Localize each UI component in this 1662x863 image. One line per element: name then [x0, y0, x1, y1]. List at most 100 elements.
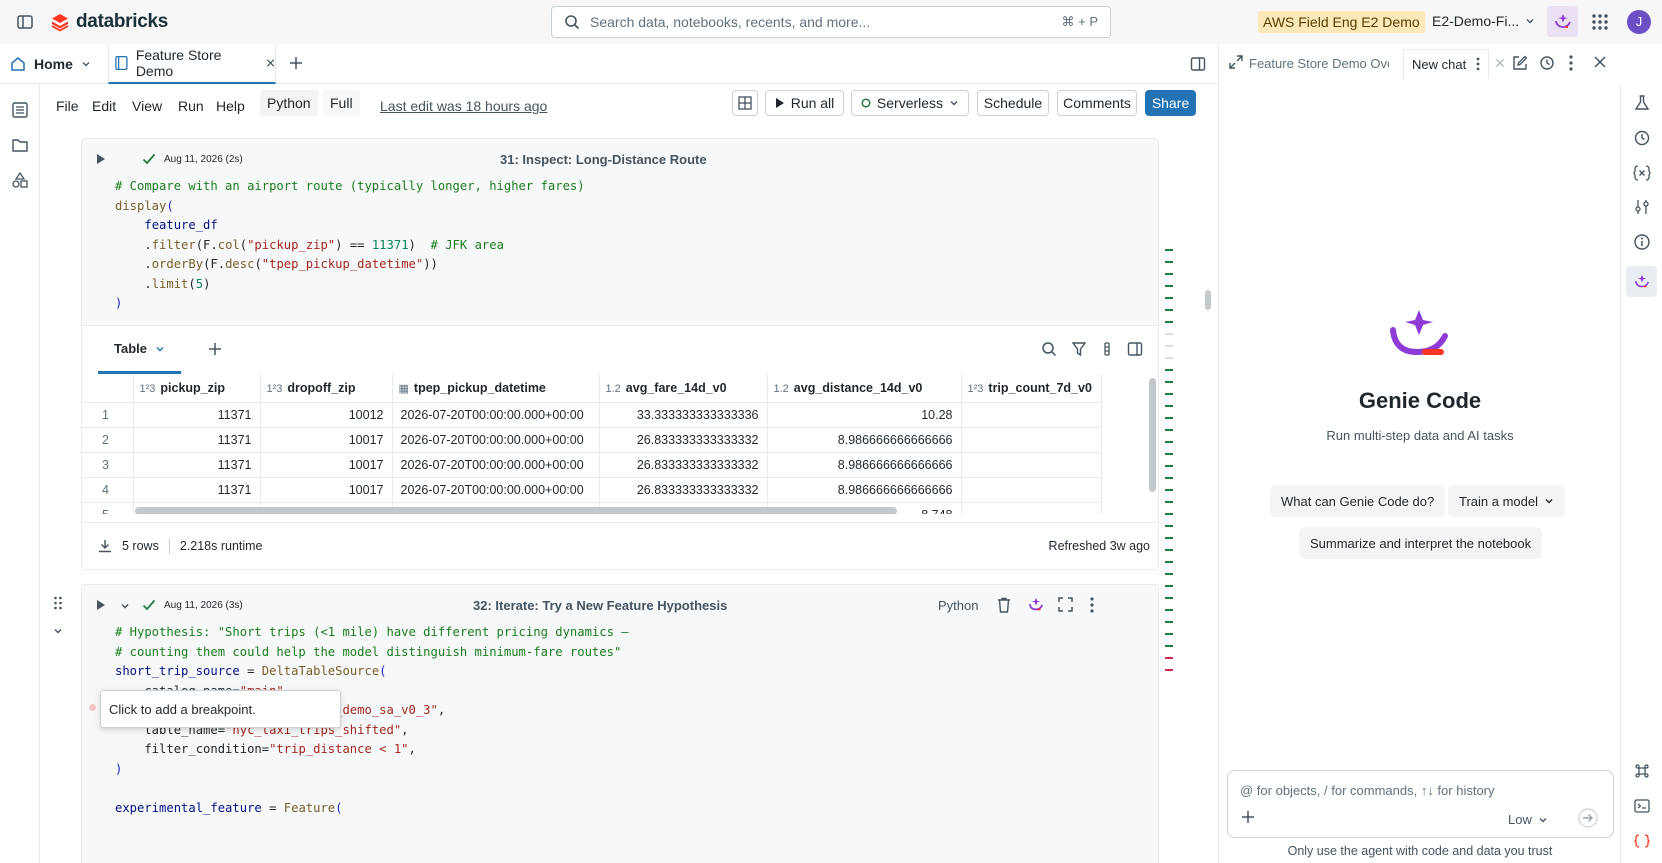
- lab-flask-icon[interactable]: [1633, 94, 1651, 112]
- cell-31-code[interactable]: # Compare with an airport route (typical…: [115, 177, 585, 314]
- search-input[interactable]: Search data, notebooks, recents, and mor…: [590, 14, 1062, 30]
- terminal-icon[interactable]: [1633, 797, 1651, 815]
- menu-help[interactable]: Help: [214, 94, 247, 118]
- suggestion-what-can-genie-do[interactable]: What can Genie Code do?: [1270, 485, 1446, 517]
- column-header[interactable]: 1.2 avg_fare_14d_v0: [599, 374, 768, 403]
- close-panel-icon[interactable]: [1593, 55, 1607, 69]
- drag-handle-icon[interactable]: [53, 596, 63, 610]
- new-chat-edit-icon[interactable]: [1512, 55, 1528, 71]
- chat-tab-new[interactable]: New chat: [1403, 49, 1490, 79]
- table-cell[interactable]: 10017: [260, 477, 393, 503]
- table-cell[interactable]: 2026-07-20T00:00:00.000+00:00: [392, 477, 600, 503]
- run-cell-icon[interactable]: [96, 153, 106, 165]
- table-cell[interactable]: 10017: [260, 427, 393, 453]
- menu-run[interactable]: Run: [176, 94, 206, 118]
- chat-input-box[interactable]: @ for objects, / for commands, ↑↓ for hi…: [1227, 770, 1614, 838]
- close-tab-icon[interactable]: [1495, 58, 1505, 68]
- chat-input[interactable]: @ for objects, / for commands, ↑↓ for hi…: [1240, 783, 1495, 798]
- cell-31-title[interactable]: 31: Inspect: Long-Distance Route: [500, 152, 707, 167]
- add-visualization-icon[interactable]: [207, 341, 223, 357]
- sidebar-toggle-icon[interactable]: [16, 13, 34, 31]
- filter-icon[interactable]: [1071, 341, 1087, 357]
- panel-resize-handle[interactable]: [1205, 290, 1211, 310]
- sidebar-panel-icon[interactable]: [1127, 341, 1143, 357]
- attach-plus-icon[interactable]: [1240, 809, 1256, 825]
- genie-cell-icon[interactable]: [1027, 597, 1045, 613]
- collapse-cell-icon[interactable]: [53, 626, 63, 636]
- breakpoint-marker[interactable]: [89, 704, 96, 711]
- column-header[interactable]: 1²3 pickup_zip: [133, 374, 261, 403]
- download-icon[interactable]: [98, 539, 112, 553]
- layout-toggle-button[interactable]: [732, 90, 758, 116]
- table-cell[interactable]: 2026-07-20T00:00:00.000+00:00: [392, 427, 600, 453]
- code-braces-icon[interactable]: [1633, 832, 1651, 850]
- table-cell[interactable]: [961, 452, 1102, 478]
- table-cell[interactable]: 2026-07-20T00:00:00.000+00:00: [392, 402, 600, 428]
- language-selector[interactable]: Python: [260, 90, 318, 116]
- table-cell[interactable]: 11371: [133, 452, 261, 478]
- table-cell[interactable]: [961, 402, 1102, 428]
- run-all-button[interactable]: Run all: [765, 90, 844, 116]
- horizontal-scrollbar[interactable]: [135, 507, 897, 514]
- settings-sliders-icon[interactable]: [1633, 198, 1651, 216]
- search-icon[interactable]: [1041, 341, 1057, 357]
- column-header[interactable]: 1²3 trip_count_7d_v0: [961, 374, 1102, 403]
- table-cell[interactable]: 26.833333333333332: [599, 427, 768, 453]
- split-view-icon[interactable]: [1190, 56, 1206, 72]
- apps-grid-icon[interactable]: [1591, 13, 1609, 31]
- fullscreen-icon[interactable]: [1058, 597, 1073, 612]
- table-cell[interactable]: [961, 502, 1102, 514]
- workspace-selector[interactable]: E2-Demo-Fi...: [1432, 13, 1535, 29]
- vertical-scrollbar[interactable]: [1149, 378, 1156, 492]
- result-tab-table[interactable]: Table: [98, 326, 181, 374]
- table-row[interactable]: 1 11371 10012 2026-07-20T00:00:00.000+00…: [82, 402, 1102, 428]
- schedule-button[interactable]: Schedule: [977, 90, 1049, 116]
- last-edit-link[interactable]: Last edit was 18 hours ago: [380, 98, 547, 114]
- table-row[interactable]: 3 11371 10017 2026-07-20T00:00:00.000+00…: [82, 452, 1102, 478]
- column-settings-icon[interactable]: [1101, 341, 1113, 357]
- effort-selector[interactable]: Low: [1508, 812, 1548, 827]
- table-cell[interactable]: 26.833333333333332: [599, 452, 768, 478]
- history-icon[interactable]: [1633, 129, 1651, 147]
- folder-icon[interactable]: [11, 136, 29, 154]
- table-cell[interactable]: 10017: [260, 452, 393, 478]
- table-cell[interactable]: 10012: [260, 402, 393, 428]
- trash-icon[interactable]: [997, 597, 1011, 613]
- suggestion-train-model[interactable]: Train a model: [1448, 485, 1565, 517]
- cell-32-title[interactable]: 32: Iterate: Try a New Feature Hypothesi…: [473, 598, 727, 613]
- more-options-icon[interactable]: [1476, 57, 1480, 71]
- run-options-chevron-icon[interactable]: [120, 601, 130, 611]
- table-cell[interactable]: 26.833333333333332: [599, 477, 768, 503]
- view-mode-selector[interactable]: Full: [323, 90, 360, 116]
- notebook-minimap[interactable]: [1165, 248, 1175, 678]
- more-options-icon[interactable]: [1569, 55, 1573, 71]
- databricks-logo[interactable]: databricks: [50, 11, 168, 33]
- column-header[interactable]: 1²3 dropoff_zip: [260, 374, 393, 403]
- command-key-icon[interactable]: [1633, 762, 1651, 780]
- genie-assistant-button[interactable]: [1547, 6, 1578, 37]
- menu-edit[interactable]: Edit: [90, 94, 118, 118]
- send-arrow-icon[interactable]: [1578, 808, 1598, 828]
- history-icon[interactable]: [1539, 55, 1555, 71]
- table-cell[interactable]: [961, 477, 1102, 503]
- table-cell[interactable]: 11371: [133, 402, 261, 428]
- table-cell[interactable]: 2026-07-20T00:00:00.000+00:00: [392, 452, 600, 478]
- column-header[interactable]: 1.2 avg_distance_14d_v0: [767, 374, 962, 403]
- table-cell[interactable]: 8.986666666666666: [767, 477, 962, 503]
- compute-selector[interactable]: Serverless: [851, 90, 969, 116]
- run-cell-icon[interactable]: [96, 599, 106, 611]
- menu-view[interactable]: View: [130, 94, 164, 118]
- global-search[interactable]: Search data, notebooks, recents, and mor…: [551, 6, 1111, 38]
- user-avatar[interactable]: J: [1627, 10, 1651, 34]
- share-button[interactable]: Share: [1145, 90, 1196, 116]
- tab-feature-store-demo[interactable]: Feature Store Demo: [108, 44, 276, 84]
- info-icon[interactable]: [1633, 233, 1651, 251]
- table-cell[interactable]: 11371: [133, 477, 261, 503]
- menu-file[interactable]: File: [54, 94, 81, 118]
- table-row[interactable]: 4 11371 10017 2026-07-20T00:00:00.000+00…: [82, 477, 1102, 503]
- table-cell[interactable]: 33.333333333333336: [599, 402, 768, 428]
- table-of-contents-icon[interactable]: [11, 101, 29, 119]
- table-cell[interactable]: 8.986666666666666: [767, 427, 962, 453]
- catalog-shapes-icon[interactable]: [11, 171, 29, 189]
- new-tab-icon[interactable]: [288, 55, 304, 71]
